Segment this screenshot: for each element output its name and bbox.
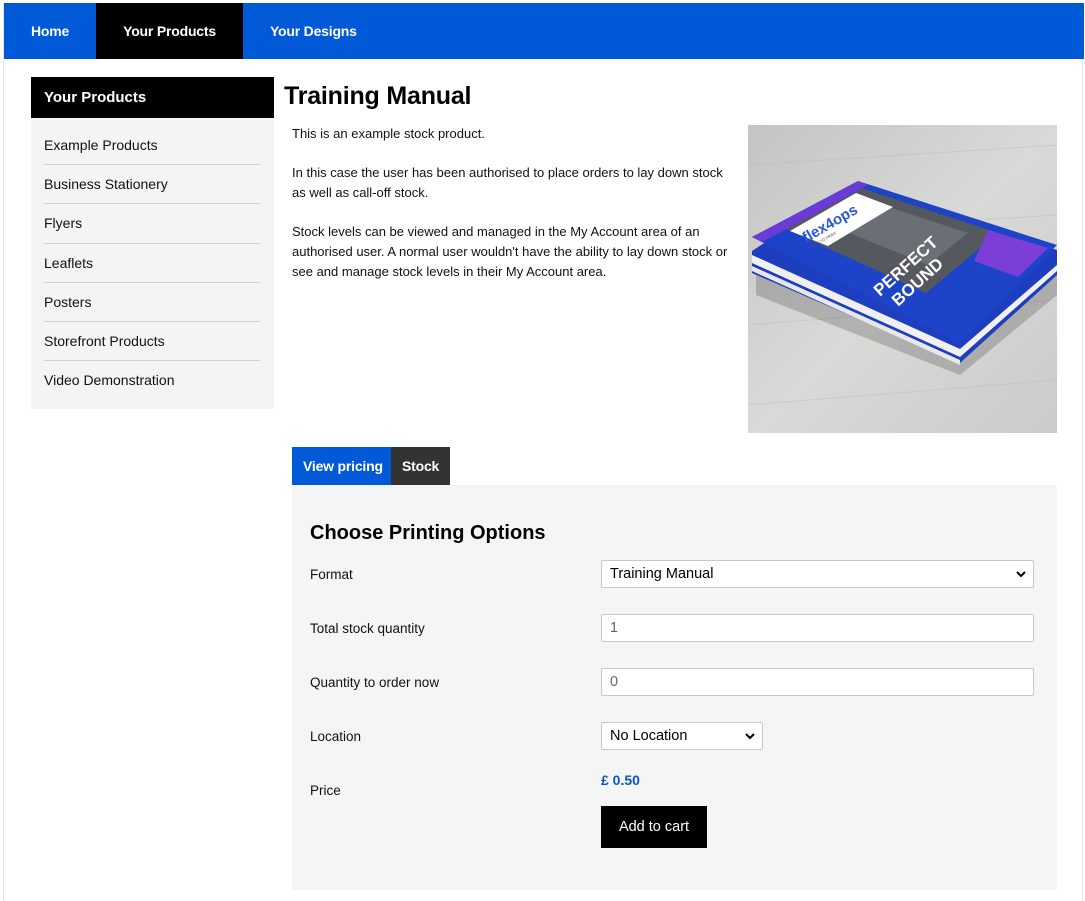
sidebar-item-video-demonstration[interactable]: Video Demonstration xyxy=(44,361,260,400)
sidebar-item-leaflets[interactable]: Leaflets xyxy=(44,244,260,283)
top-nav: Home Your Products Your Designs xyxy=(4,3,1084,59)
product-description: This is an example stock product. In thi… xyxy=(292,124,732,301)
sidebar-item-storefront-products[interactable]: Storefront Products xyxy=(44,322,260,362)
sidebar-item-business-stationery[interactable]: Business Stationery xyxy=(44,165,260,205)
product-image: flex4ops WEB TO PRINT PERFECT BOUND xyxy=(748,125,1057,433)
sidebar-title: Your Products xyxy=(31,77,274,118)
location-select[interactable]: No Location xyxy=(601,722,763,750)
sidebar-item-flyers[interactable]: Flyers xyxy=(44,204,260,244)
sidebar-item-example-products[interactable]: Example Products xyxy=(44,126,260,166)
format-label: Format xyxy=(310,567,353,582)
tab-stock[interactable]: Stock xyxy=(391,447,451,485)
tab-view-pricing[interactable]: View pricing xyxy=(292,447,394,485)
location-label: Location xyxy=(310,729,362,744)
format-select-value: Training Manual xyxy=(610,566,714,582)
description-paragraph: Stock levels can be viewed and managed i… xyxy=(292,224,728,279)
options-title: Choose Printing Options xyxy=(310,522,546,544)
format-select[interactable]: Training Manual xyxy=(601,560,1034,588)
chevron-down-icon xyxy=(745,733,755,740)
nav-your-products[interactable]: Your Products xyxy=(96,3,243,59)
chevron-down-icon xyxy=(1016,571,1026,578)
price-label: Price xyxy=(310,783,341,798)
description-paragraph: In this case the user has been authorise… xyxy=(292,165,723,201)
total-stock-input[interactable]: 1 xyxy=(601,614,1034,642)
sidebar-list: Example Products Business Stationery Fly… xyxy=(31,118,274,400)
order-now-input[interactable]: 0 xyxy=(601,668,1034,696)
price-value: £ 0.50 xyxy=(601,772,640,788)
total-stock-label: Total stock quantity xyxy=(310,621,425,636)
page-title: Training Manual xyxy=(284,82,472,110)
nav-your-designs[interactable]: Your Designs xyxy=(243,3,384,59)
perfect-bound-book-illustration: flex4ops WEB TO PRINT PERFECT BOUND xyxy=(748,125,1057,433)
location-select-value: No Location xyxy=(610,728,688,744)
sidebar-item-posters[interactable]: Posters xyxy=(44,283,260,322)
nav-home[interactable]: Home xyxy=(4,3,96,59)
add-to-cart-button[interactable]: Add to cart xyxy=(601,806,707,848)
order-now-label: Quantity to order now xyxy=(310,675,440,690)
description-paragraph: This is an example stock product. xyxy=(292,126,485,141)
sidebar: Your Products Example Products Business … xyxy=(31,77,274,409)
printing-options-panel: Choose Printing Options Format Training … xyxy=(292,485,1057,890)
